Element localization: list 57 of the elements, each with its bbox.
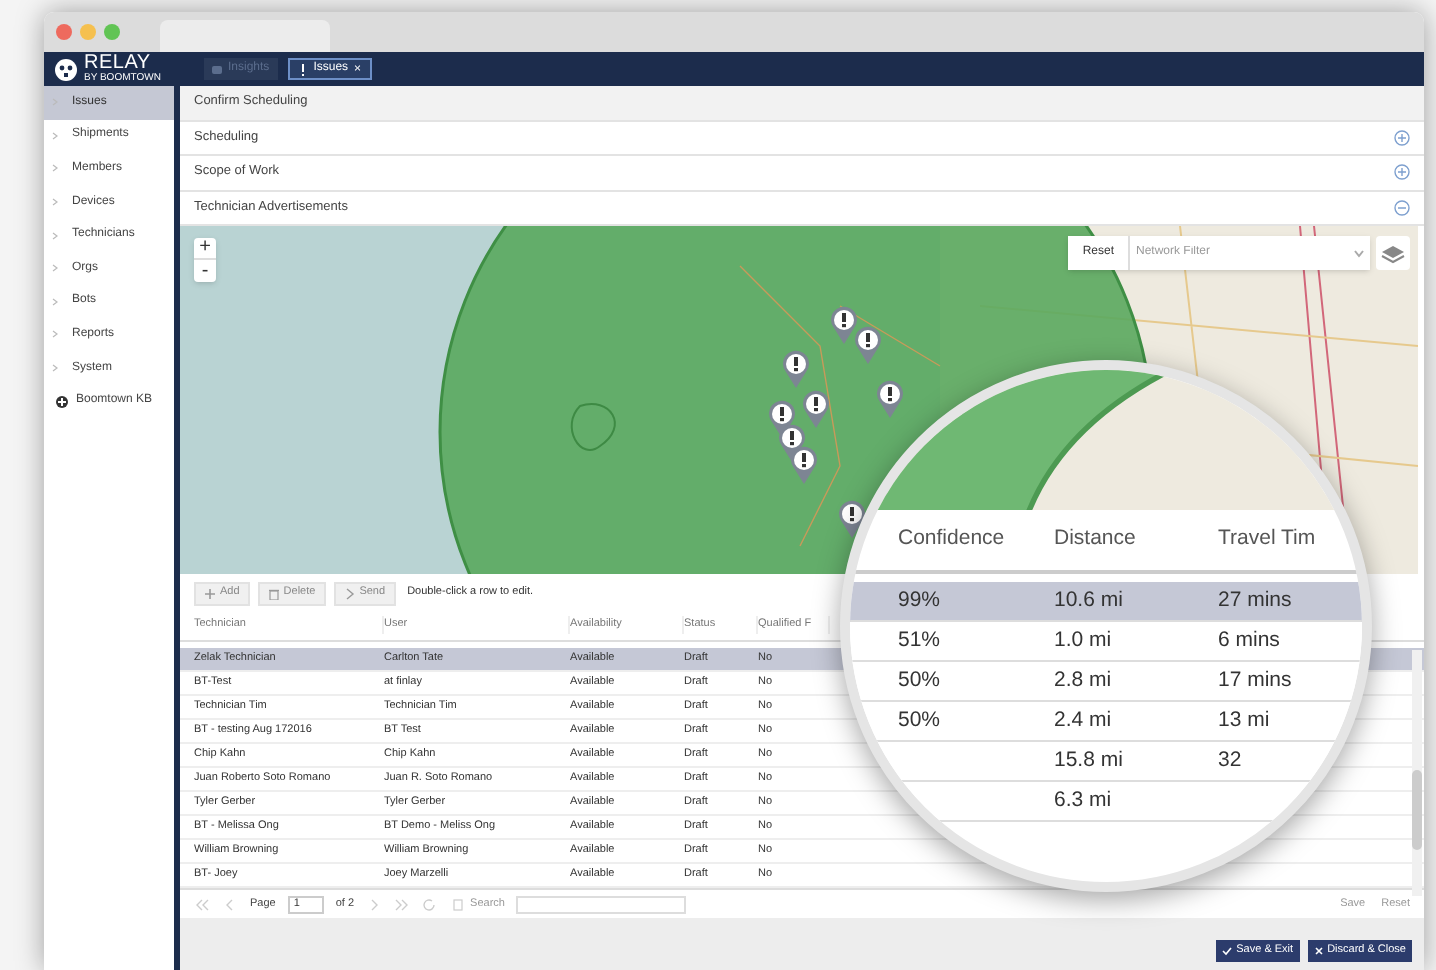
- map-marker-icon[interactable]: [802, 390, 830, 428]
- magnified-column-header: Distance: [1054, 524, 1138, 555]
- magnified-table-cell: 6 mins: [1218, 627, 1280, 652]
- magnified-table-cell: 27 mins: [1218, 587, 1292, 612]
- next-page-icon[interactable]: [366, 897, 383, 911]
- chevron-right-icon: [52, 164, 58, 173]
- magnified-table-cell: 2.4 mi: [1054, 707, 1112, 732]
- chevron-right-icon: [52, 198, 58, 207]
- logo-wordmark: RELAY: [84, 54, 151, 74]
- zoom-out-button[interactable]: -: [194, 260, 216, 282]
- robot-logo-icon: [54, 57, 78, 81]
- magnified-table-cell: 13 mi: [1218, 707, 1270, 732]
- first-page-icon[interactable]: [194, 897, 210, 911]
- map-marker-icon[interactable]: [782, 350, 810, 388]
- magnified-table-cell: 10.6 mi: [1054, 587, 1123, 612]
- collapse-icon[interactable]: [1394, 199, 1410, 216]
- chevron-right-icon: [52, 330, 58, 339]
- magnified-table-cell: 6.3 mi: [1054, 787, 1112, 812]
- magnified-table-cell: 32: [1218, 747, 1242, 772]
- maximize-window-icon[interactable]: [104, 24, 120, 40]
- magnified-table-cell: 51%: [898, 627, 941, 652]
- close-window-icon[interactable]: [56, 24, 72, 40]
- zoom-in-button[interactable]: +: [194, 238, 216, 260]
- table-scrollbar[interactable]: [1412, 650, 1422, 896]
- chevron-right-icon: [52, 131, 58, 140]
- magnified-column-header: Confidence: [898, 524, 1007, 555]
- last-page-icon[interactable]: [394, 897, 411, 911]
- magnified-table-cell: 1.0 mi: [1054, 627, 1112, 652]
- previous-page-icon[interactable]: [222, 897, 238, 911]
- chevron-down-icon: [1354, 249, 1364, 257]
- magnified-table-cell: 15.8 mi: [1054, 747, 1123, 772]
- map-marker-icon[interactable]: [854, 326, 882, 364]
- refresh-icon[interactable]: [422, 897, 439, 911]
- magnified-table-cell: 99%: [898, 587, 941, 612]
- chevron-right-icon: [52, 364, 58, 373]
- magnified-table-cell: 2.8 mi: [1054, 667, 1112, 692]
- search-field[interactable]: [516, 895, 687, 913]
- checkmark-icon: [1222, 946, 1233, 956]
- magnified-table-cell: 50%: [898, 707, 941, 732]
- alert-icon: [297, 63, 308, 75]
- map-marker-icon[interactable]: [876, 380, 904, 418]
- map-marker-icon[interactable]: [790, 446, 818, 484]
- plus-circle-icon: [56, 395, 68, 408]
- expand-icon[interactable]: [1394, 164, 1410, 181]
- magnified-column-header: Travel Tim: [1218, 524, 1318, 555]
- chevron-right-icon: [52, 231, 58, 240]
- magnified-table-cell: 50%: [898, 667, 941, 692]
- chevron-right-icon: [52, 264, 58, 273]
- chevron-right-icon: [343, 587, 356, 599]
- layers-icon[interactable]: [1376, 236, 1410, 270]
- plus-icon: [204, 587, 216, 599]
- map-marker-icon[interactable]: [830, 306, 858, 344]
- expand-icon[interactable]: [1394, 129, 1410, 146]
- chevron-right-icon: [52, 297, 58, 306]
- trash-icon: [267, 587, 280, 599]
- magnified-table-cell: 17 mins: [1218, 667, 1292, 692]
- close-icon: [1313, 946, 1324, 956]
